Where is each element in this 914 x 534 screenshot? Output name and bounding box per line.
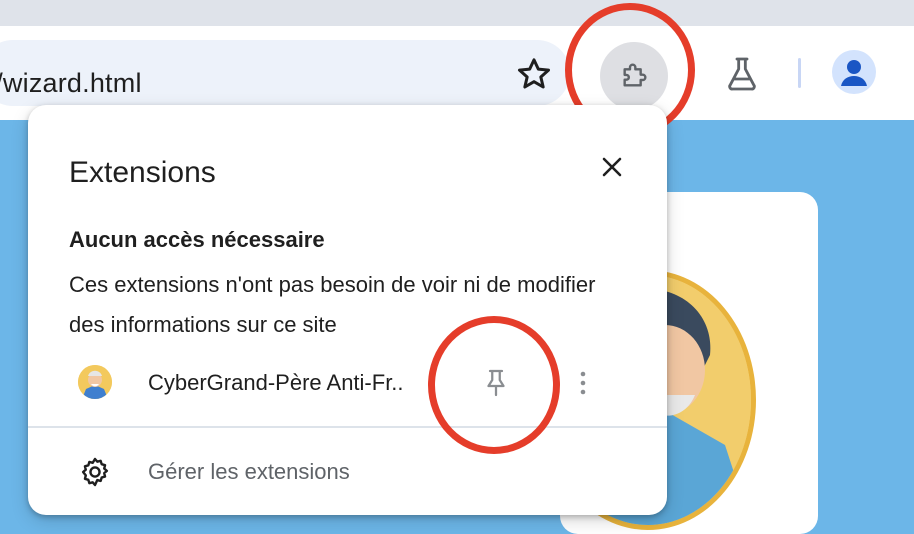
manage-extensions-link[interactable]: Gérer les extensions: [28, 449, 667, 495]
bookmark-star-icon[interactable]: [514, 54, 554, 94]
extension-row[interactable]: CyberGrand-Père Anti-Fr..: [28, 355, 667, 411]
gear-icon: [78, 455, 112, 489]
extensions-puzzle-button[interactable]: [600, 42, 668, 110]
section-description: Ces extensions n'ont pas besoin de voir …: [69, 272, 596, 337]
close-icon[interactable]: [592, 147, 632, 187]
divider: [28, 426, 667, 428]
puzzle-icon: [623, 63, 647, 87]
pin-icon[interactable]: [478, 365, 514, 401]
more-vert-icon[interactable]: [574, 365, 592, 401]
url-text[interactable]: a/wizard.html: [0, 68, 142, 99]
extension-name: CyberGrand-Père Anti-Fr..: [148, 370, 404, 395]
address-bar[interactable]: a/wizard.html: [0, 40, 570, 106]
popup-title: Extensions: [69, 156, 216, 189]
toolbar-separator: [798, 58, 801, 88]
labs-flask-icon[interactable]: [722, 54, 762, 94]
toolbar-separator: [688, 58, 691, 88]
manage-extensions-label: Gérer les extensions: [148, 459, 350, 484]
person-icon: [841, 60, 867, 86]
tab-strip: [0, 0, 914, 26]
extensions-popup: Extensions Aucun accès nécessaire Ces ex…: [28, 105, 667, 515]
section-title: Aucun accès nécessaire: [69, 227, 325, 252]
profile-avatar-button[interactable]: [832, 50, 876, 94]
grandpa-avatar-icon: [78, 365, 112, 399]
